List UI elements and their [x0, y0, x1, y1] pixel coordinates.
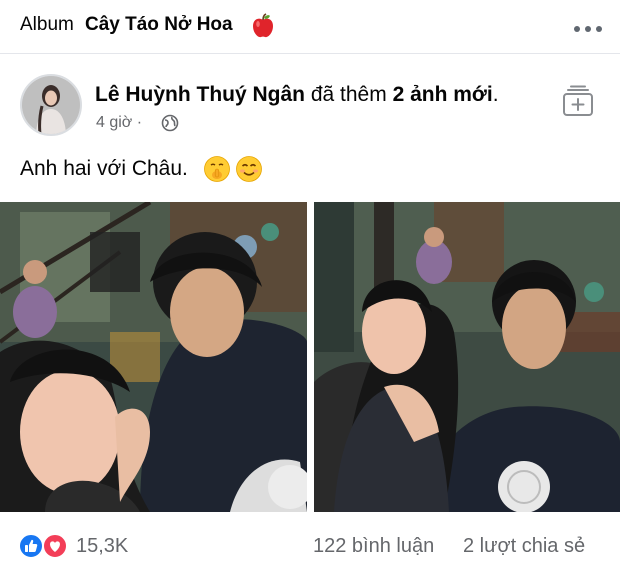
- author-avatar[interactable]: [20, 74, 82, 136]
- photo-1[interactable]: [0, 202, 307, 512]
- smiling-face-icon: [235, 155, 263, 183]
- photo-2[interactable]: [314, 202, 620, 512]
- shushing-face-icon: [203, 155, 231, 183]
- like-icon[interactable]: [18, 533, 44, 559]
- post-meta: 4 giờ ·: [96, 114, 142, 132]
- reactions-count[interactable]: 15,3K: [76, 535, 128, 558]
- post-action-count[interactable]: 2 ảnh mới: [393, 83, 493, 106]
- apple-icon: [251, 13, 275, 39]
- album-name[interactable]: Cây Táo Nở Hoa: [85, 14, 233, 36]
- save-to-collection-icon: [563, 85, 593, 116]
- comments-count[interactable]: 122 bình luận: [313, 535, 434, 558]
- save-to-collection-button[interactable]: [561, 84, 595, 118]
- period: .: [492, 83, 499, 106]
- shares-count[interactable]: 2 lượt chia sẻ: [463, 535, 585, 558]
- more-horizontal-icon[interactable]: [573, 21, 603, 32]
- album-header: Album Cây Táo Nở Hoa: [0, 0, 620, 54]
- album-label: Album: [20, 14, 74, 35]
- love-icon[interactable]: [42, 533, 68, 559]
- post-action-text: đã thêm: [310, 83, 387, 106]
- author-name[interactable]: Lê Huỳnh Thuý Ngân: [95, 83, 305, 106]
- post-caption: Anh hai với Châu.: [20, 157, 188, 180]
- post-time[interactable]: 4 giờ: [96, 114, 132, 131]
- meta-separator: ·: [136, 114, 143, 131]
- globe-icon[interactable]: [161, 114, 179, 132]
- post-author-line: Lê Huỳnh Thuý Ngân đã thêm 2 ảnh mới.: [95, 83, 499, 107]
